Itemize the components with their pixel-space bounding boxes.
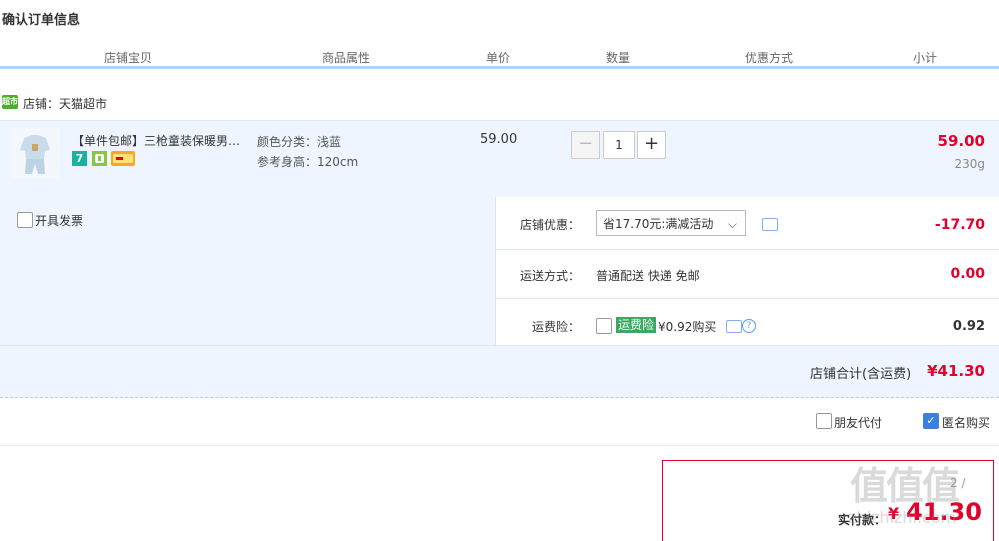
shop-discount-label: 店铺优惠： [520, 218, 581, 232]
insurance-price: ¥0.92购买 [658, 320, 717, 334]
header-separator [256, 62, 258, 66]
site-watermark: 值值值 [850, 464, 960, 508]
anonymous-label[interactable]: 匿名购买 [942, 414, 990, 431]
product-title[interactable]: 【单件包邮】三枪童装保暖男童... [72, 132, 250, 149]
insurance-label: 运费险： [532, 320, 581, 334]
discount-amount: -17.70 [934, 217, 985, 233]
divider [0, 445, 999, 446]
shipping-amount: 0.00 [950, 266, 985, 282]
invoice-label[interactable]: 开具发票 [35, 212, 83, 229]
shipping-label: 运送方式： [520, 269, 581, 283]
shipping-method: 普通配送 快递 免邮 [596, 269, 700, 283]
page-title: 确认订单信息 [2, 13, 81, 28]
credit-card-icon [111, 151, 135, 166]
tmall-supermarket-icon: 超市 [2, 95, 18, 109]
col-discount: 优惠方式 [745, 51, 794, 65]
friend-pay-checkbox[interactable] [816, 413, 832, 429]
insurance-tag: 运费险 [616, 317, 657, 333]
message-icon[interactable] [762, 218, 778, 231]
shop-name[interactable]: 店铺：天猫超市 [23, 95, 107, 112]
row-divider [495, 249, 999, 250]
product-thumbnail[interactable] [10, 128, 60, 178]
col-attributes: 商品属性 [322, 51, 371, 65]
message-icon[interactable] [726, 320, 742, 333]
shop-total-amount: ¥41.30 [927, 362, 985, 380]
header-separator [678, 62, 680, 66]
insurance-checkbox[interactable] [596, 318, 612, 334]
unit-price: 59.00 [480, 132, 518, 147]
item-subtotal: 59.00 [937, 132, 985, 150]
quantity-increment-button[interactable]: + [637, 131, 666, 159]
shop-discount-select[interactable]: 省17.70元:满减活动 ⌵ [596, 210, 746, 236]
site-watermark-url: zhizhizhi.com [848, 508, 957, 527]
col-shop-item: 店铺宝贝 [104, 51, 153, 65]
shop-total-label: 店铺合计(含运费) [810, 367, 912, 382]
col-quantity: 数量 [606, 51, 631, 65]
attr-height: 参考身高：120cm [257, 155, 359, 169]
quantity-stepper: − 1 + [571, 131, 667, 159]
help-icon[interactable]: ? [742, 319, 756, 333]
header-separator [860, 62, 862, 66]
header-separator [557, 62, 559, 66]
header-separator [436, 62, 438, 66]
item-weight: 230g [954, 157, 985, 171]
friend-pay-label[interactable]: 朋友代付 [834, 414, 882, 431]
anonymous-checkbox[interactable]: ✓ [923, 413, 939, 429]
attr-color: 颜色分类：浅蓝 [257, 135, 342, 149]
shop-discount-value: 省17.70元:满减活动 [603, 217, 714, 231]
row-divider [495, 298, 999, 299]
seven-day-return-icon: 7 [72, 151, 87, 166]
chevron-down-icon: ⌵ [727, 217, 737, 231]
invoice-checkbox[interactable] [17, 212, 33, 228]
quantity-input[interactable]: 1 [603, 131, 635, 159]
col-subtotal: 小计 [913, 51, 938, 65]
guarantee-icon [92, 151, 107, 166]
quantity-decrement-button[interactable]: − [571, 131, 600, 159]
col-unit-price: 单价 [486, 51, 511, 65]
header-underline [0, 66, 999, 69]
insurance-amount: 0.92 [952, 319, 985, 334]
